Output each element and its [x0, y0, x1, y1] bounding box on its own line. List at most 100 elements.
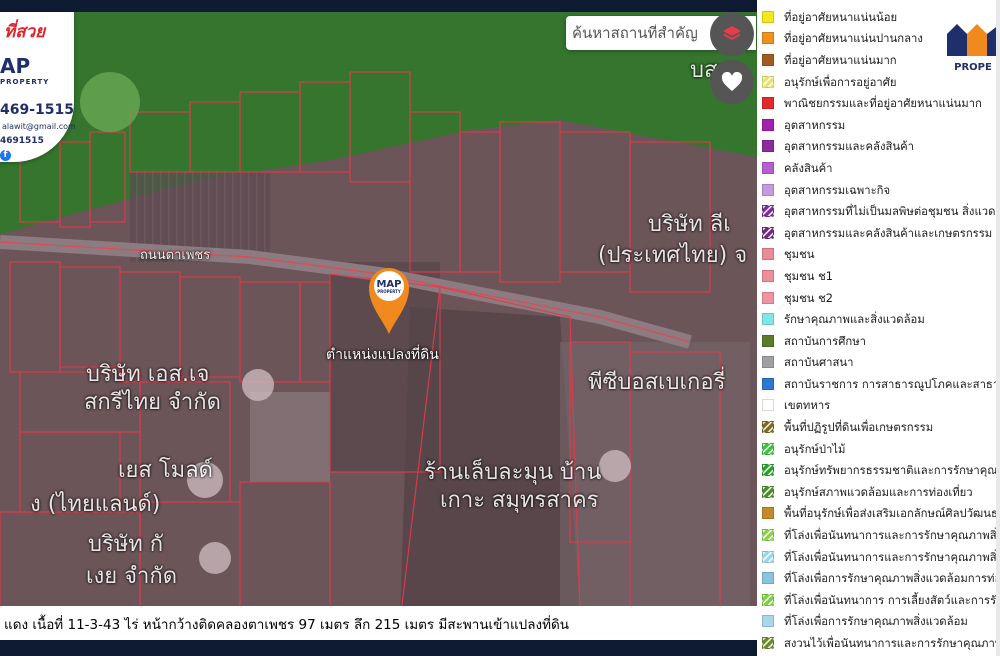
poi-circle-3 — [199, 542, 231, 574]
legend-item: อนุรักษ์ทรัพยากรธรรมชาติและการรักษาคุณภา — [757, 459, 1000, 481]
legend-label: อุตสาหกรรมและคลังสินค้า — [784, 140, 915, 154]
logo-phone: 469-1515 — [0, 102, 74, 118]
legend-label: อุตสาหกรรมเฉพาะกิจ — [784, 183, 891, 197]
place-label: เกาะ สมุทรสาคร — [440, 488, 599, 513]
plot-marker[interactable]: MAP PROPERTY — [365, 262, 413, 336]
legend-item: พื้นที่ปฏิรูปที่ดินเพื่อเกษตรกรรม — [757, 416, 1000, 438]
legend-swatch — [762, 593, 774, 606]
legend-item: อนุรักษ์ป่าไม้ — [757, 438, 1000, 460]
legend-label: ที่อยู่อาศัยหนาแน่นน้อย — [784, 10, 898, 24]
place-label: (ประเทศไทย) จ — [598, 243, 748, 268]
legend-scrollbar[interactable] — [996, 0, 1000, 656]
legend-item: ที่โล่งเพื่อนันทนาการและการรักษาคุณภาพสิ… — [757, 524, 1000, 546]
logo-brand: AP — [0, 54, 31, 78]
legend-item: ชุมชน ช2 — [757, 287, 1000, 309]
legend-item: อนุรักษ์เพื่อการอยู่อาศัย — [757, 71, 1000, 93]
legend-item: เขตทหาร — [757, 395, 1000, 417]
legend-item: พื้นที่อนุรักษ์เพื่อส่งเสริมเอกลักษณ์ศิล… — [757, 503, 1000, 525]
legend-label: สถาบันราชการ การสาธารณูปโภคและสาธารณู — [784, 377, 1000, 391]
legend-item: ที่โล่งเพื่อนันทนาการและการรักษาคุณภาพสิ… — [757, 546, 1000, 568]
legend-label: ชุมชน ช1 — [784, 269, 833, 283]
legend-label: สถาบันการศึกษา — [784, 334, 867, 348]
legend-swatch — [762, 507, 774, 520]
legend-item: อุตสาหกรรมที่ไม่เป็นมลพิษต่อชุมชน สิ่งแว… — [757, 200, 1000, 222]
legend-item: สถาบันศาสนา — [757, 352, 1000, 374]
legend-item: สถาบันราชการ การสาธารณูปโภคและสาธารณู — [757, 373, 1000, 395]
plot-label: ตำแหน่งแปลงที่ดิน — [326, 347, 439, 363]
place-label: บริษัท ลีเ — [648, 212, 731, 237]
logo-brand-sub: PROPERTY — [0, 78, 50, 86]
heart-icon — [721, 72, 743, 91]
legend-label: พื้นที่อนุรักษ์เพื่อส่งเสริมเอกลักษณ์ศิล… — [784, 507, 1000, 521]
legend-swatch — [762, 161, 774, 174]
legend-item: ที่โล่งเพื่อนันทนาการ การเลี้ยงสัตว์และก… — [757, 589, 1000, 611]
legend-item: ชุมชน ช1 — [757, 265, 1000, 287]
legend-label: อนุรักษ์ป่าไม้ — [784, 442, 846, 456]
place-label: เยส โมลด์ — [118, 458, 213, 483]
legend-item: พาณิชยกรรมและที่อยู่อาศัยหนาแน่นมาก — [757, 92, 1000, 114]
legend-label: อนุรักษ์เพื่อการอยู่อาศัย — [784, 75, 897, 89]
legend-brand-logo: PROPE — [943, 16, 1000, 74]
legend-label: อุตสาหกรรมที่ไม่เป็นมลพิษต่อชุมชน สิ่งแว… — [784, 205, 1000, 219]
legend-item: อนุรักษ์สภาพแวดล้อมและการท่องเที่ยว — [757, 481, 1000, 503]
building-block — [250, 392, 330, 482]
legend-swatch — [762, 377, 774, 390]
legend-label: ที่โล่งเพื่อการรักษาคุณภาพสิ่งแวดล้อมการ… — [784, 572, 1000, 586]
legend-swatch — [762, 442, 774, 455]
legend-label: อนุรักษ์ทรัพยากรธรรมชาติและการรักษาคุณภา — [784, 464, 1000, 478]
legend-item: อุตสาหกรรมและคลังสินค้า — [757, 136, 1000, 158]
poi-circle-5 — [80, 72, 140, 132]
legend-label: ที่อยู่อาศัยหนาแน่นมาก — [784, 53, 897, 67]
legend-swatch — [762, 399, 774, 412]
legend-label: คลังสินค้า — [784, 161, 833, 175]
legend-swatch — [762, 53, 774, 66]
legend-item: คลังสินค้า — [757, 157, 1000, 179]
poi-circle-4 — [599, 450, 631, 482]
legend-item: รักษาคุณภาพและสิ่งแวดล้อม — [757, 308, 1000, 330]
legend-item: อุตสาหกรรมและคลังสินค้าและเกษตรกรรม — [757, 222, 1000, 244]
map-pin-icon: MAP PROPERTY — [369, 268, 409, 334]
bottom-strip — [0, 640, 757, 656]
legend-swatch — [762, 205, 774, 218]
legend-swatch — [762, 313, 774, 326]
legend-swatch — [762, 291, 774, 304]
legend-label: อนุรักษ์สภาพแวดล้อมและการท่องเที่ยว — [784, 485, 973, 499]
zoning-legend[interactable]: PROPE ที่อยู่อาศัยหนาแน่นน้อย ที่อยู่อาศั… — [757, 0, 1000, 656]
logo-email: alawit@gmail.com — [2, 122, 76, 131]
legend-label: ที่โล่งเพื่อนันทนาการและการรักษาคุณภาพสิ… — [784, 550, 1000, 564]
map-view[interactable]: บริษัท ลีเ (ประเทศไทย) จ บสเ บริษัท เอส.… — [0, 12, 757, 656]
legend-swatch — [762, 356, 774, 369]
legend-swatch — [762, 615, 774, 628]
marker-sub: PROPERTY — [377, 289, 401, 294]
legend-label: ชุมชน — [784, 248, 815, 262]
legend-item: ที่โล่งเพื่อการรักษาคุณภาพสิ่งแวดล้อมการ… — [757, 567, 1000, 589]
legend-label: ที่โล่งเพื่อนันทนาการและการรักษาคุณภาพสิ… — [784, 529, 1000, 543]
legend-list: ที่อยู่อาศัยหนาแน่นน้อยที่อยู่อาศัยหนาแน… — [757, 0, 1000, 656]
favorite-button[interactable] — [710, 60, 754, 104]
legend-swatch — [762, 226, 774, 239]
road-label: ถนนตาเพชร — [140, 248, 211, 263]
legend-item: อุตสาหกรรมเฉพาะกิจ — [757, 179, 1000, 201]
logo-slogan: ที่สวย — [4, 22, 46, 42]
legend-label: สถาบันศาสนา — [784, 356, 854, 370]
legend-label: ที่อยู่อาศัยหนาแน่นปานกลาง — [784, 32, 923, 46]
legend-label: สงวนไว้เพื่อนันทนาการและการรักษาคุณภาพสิ… — [784, 637, 1000, 651]
legend-label: ที่โล่งเพื่อการรักษาคุณภาพสิ่งแวดล้อม — [784, 615, 968, 629]
legend-label: ชุมชน ช2 — [784, 291, 833, 305]
layers-icon — [723, 26, 741, 41]
legend-swatch — [762, 269, 774, 282]
place-label: เงย จำกัด — [86, 564, 177, 589]
legend-swatch — [762, 118, 774, 131]
legend-label: อุตสาหกรรม — [784, 118, 846, 132]
legend-item: ที่โล่งเพื่อการรักษาคุณภาพสิ่งแวดล้อม — [757, 611, 1000, 633]
legend-swatch — [762, 637, 774, 650]
legend-swatch — [762, 248, 774, 261]
legend-item: สถาบันการศึกษา — [757, 330, 1000, 352]
facebook-icon: f — [0, 150, 11, 161]
legend-swatch — [762, 183, 774, 196]
legend-brand-sub: PROPE — [954, 62, 992, 73]
legend-label: พาณิชยกรรมและที่อยู่อาศัยหนาแน่นมาก — [784, 97, 982, 111]
legend-swatch — [762, 140, 774, 153]
legend-swatch — [762, 529, 774, 542]
layers-button[interactable] — [710, 12, 754, 56]
